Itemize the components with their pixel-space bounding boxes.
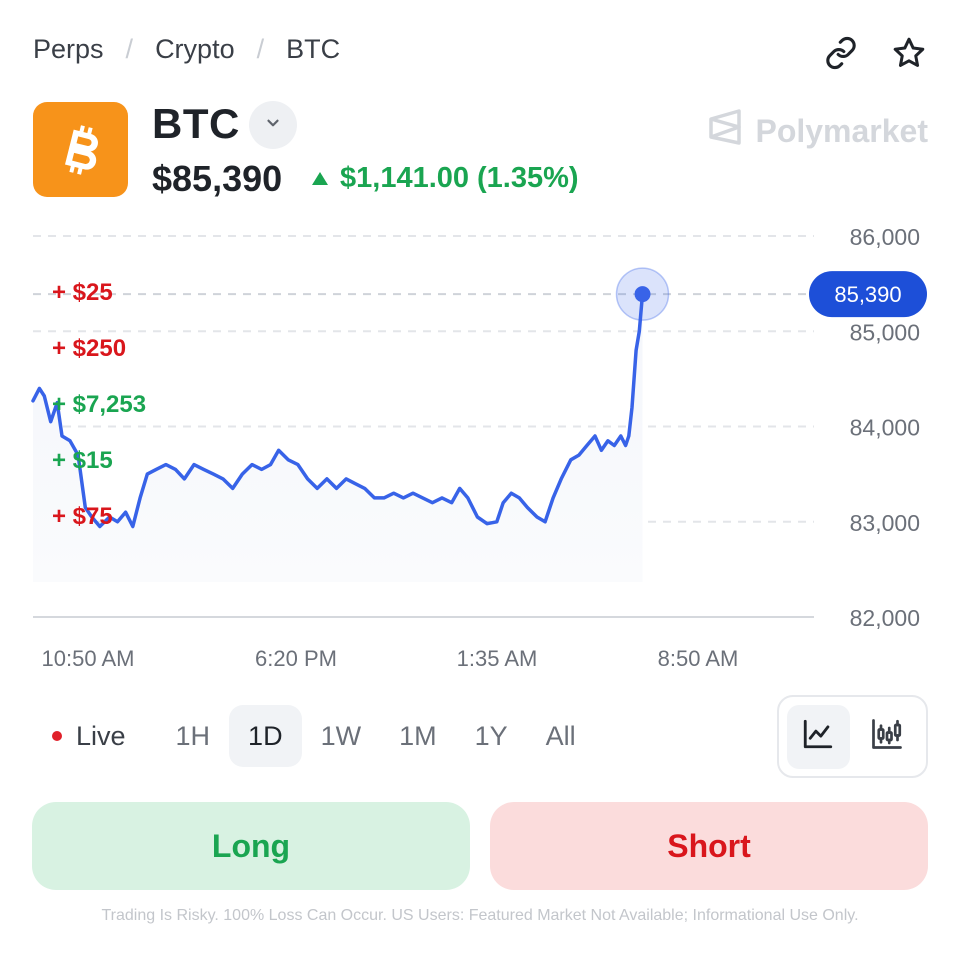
x-tick-label: 10:50 AM xyxy=(42,646,135,671)
line-chart-icon xyxy=(801,717,835,756)
bitcoin-icon xyxy=(33,102,128,197)
breadcrumb: Perps / Crypto / BTC xyxy=(33,34,340,65)
current-price-pill: 85,390 xyxy=(809,271,927,318)
range-1d[interactable]: 1D xyxy=(229,705,302,767)
current-point[interactable] xyxy=(634,286,651,303)
polymarket-logo-icon xyxy=(707,108,743,154)
pnl-annotation: + $15 xyxy=(52,447,113,474)
asset-dropdown-button[interactable] xyxy=(249,101,297,149)
y-tick-label: 86,000 xyxy=(850,224,920,250)
y-tick-label: 83,000 xyxy=(850,510,920,536)
chevron-down-icon xyxy=(264,114,282,137)
header-actions xyxy=(822,34,928,72)
range-1y[interactable]: 1Y xyxy=(456,705,527,767)
pnl-annotation: + $250 xyxy=(52,335,127,362)
candlestick-chart-button[interactable] xyxy=(856,705,919,769)
polymarket-brand: Polymarket xyxy=(707,108,928,154)
range-1w[interactable]: 1W xyxy=(302,705,381,767)
change-percent: (1.35%) xyxy=(477,162,579,194)
long-button[interactable]: Long xyxy=(32,802,470,890)
line-chart-button[interactable] xyxy=(787,704,850,769)
breadcrumb-crypto[interactable]: Crypto xyxy=(155,34,235,65)
x-tick-label: 1:35 AM xyxy=(457,646,538,671)
chart-type-toggle xyxy=(777,695,928,778)
pnl-annotation: + $25 xyxy=(52,279,113,306)
price-chart[interactable]: 86,000 85,000 84,000 83,000 82,000 10:50 AM 6… xyxy=(0,215,960,685)
range-1m[interactable]: 1M xyxy=(380,705,456,767)
triangle-up-icon xyxy=(312,172,328,185)
range-all[interactable]: All xyxy=(527,705,595,767)
y-tick-label: 84,000 xyxy=(850,415,920,441)
pnl-annotation: + $7,253 xyxy=(52,391,147,418)
current-price: $85,390 xyxy=(152,158,283,199)
breadcrumb-separator: / xyxy=(256,34,265,64)
y-tick-label: 82,000 xyxy=(850,605,920,631)
price-change: $1,141.00 (1.35%) xyxy=(312,162,579,195)
link-icon[interactable] xyxy=(822,34,860,72)
breadcrumb-separator: / xyxy=(125,34,134,64)
asset-name: BTC xyxy=(152,100,240,147)
time-range-selector: Live 1H 1D 1W 1M 1Y All xyxy=(33,705,595,767)
live-toggle[interactable]: Live xyxy=(33,705,145,767)
breadcrumb-perps[interactable]: Perps xyxy=(33,34,104,65)
x-tick-label: 6:20 PM xyxy=(255,646,337,671)
short-button[interactable]: Short xyxy=(490,802,928,890)
change-amount: $1,141.00 xyxy=(340,162,470,194)
live-label: Live xyxy=(76,720,126,751)
candlestick-chart-icon xyxy=(869,716,905,757)
pnl-annotation: + $75 xyxy=(52,503,113,530)
live-dot-icon xyxy=(52,731,62,741)
breadcrumb-btc[interactable]: BTC xyxy=(286,34,340,65)
y-tick-label: 85,000 xyxy=(850,319,920,345)
current-price-pill-label: 85,390 xyxy=(834,282,901,307)
risk-disclaimer: Trading Is Risky. 100% Loss Can Occur. U… xyxy=(101,907,859,924)
x-tick-label: 8:50 AM xyxy=(658,646,739,671)
star-icon[interactable] xyxy=(890,34,928,72)
range-1h[interactable]: 1H xyxy=(157,705,230,767)
polymarket-label: Polymarket xyxy=(755,112,928,149)
